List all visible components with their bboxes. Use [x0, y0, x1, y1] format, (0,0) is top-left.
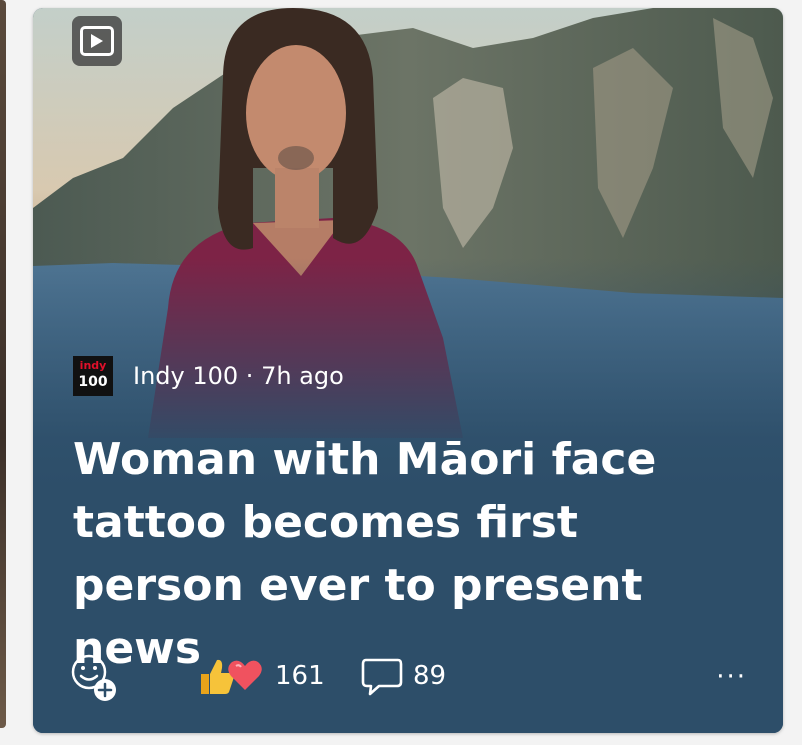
reactions[interactable]: 161: [197, 656, 325, 696]
source-logo-line1: indy: [79, 359, 107, 372]
video-frame-icon: [80, 26, 114, 56]
source-name[interactable]: Indy 100: [133, 362, 238, 390]
source-logo-line2: 100: [78, 374, 108, 390]
news-card[interactable]: indy 100 Indy 100 · 7h ago Woman with Mā…: [33, 8, 783, 733]
speech-bubble-icon: [361, 658, 403, 696]
source-meta: Indy 100 · 7h ago: [133, 362, 344, 390]
source-logo[interactable]: indy 100: [73, 356, 113, 396]
comment-count: 89: [413, 661, 447, 691]
comments-button[interactable]: 89: [361, 656, 446, 696]
smiley-add-icon[interactable]: [69, 652, 119, 702]
action-bar: 161 89 ···: [69, 648, 769, 704]
source-row: indy 100 Indy 100 · 7h ago: [73, 356, 344, 396]
play-triangle-icon: [91, 34, 103, 48]
previous-card-edge[interactable]: [0, 0, 6, 728]
headline[interactable]: Woman with Māori face tattoo becomes fir…: [73, 428, 753, 680]
reaction-count: 161: [275, 661, 325, 691]
more-options-button[interactable]: ···: [716, 662, 747, 692]
publish-time: 7h ago: [261, 362, 344, 390]
video-play-icon[interactable]: [72, 16, 122, 66]
heart-icon: [228, 660, 262, 690]
source-separator: ·: [238, 362, 262, 390]
